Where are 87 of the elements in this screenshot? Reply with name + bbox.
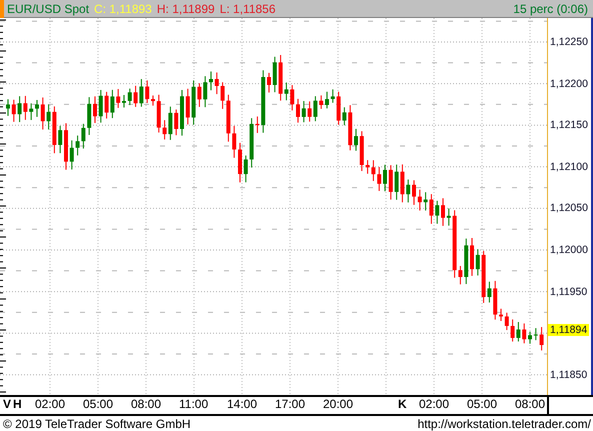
time-label: 02:00 bbox=[419, 397, 450, 411]
candlestick bbox=[360, 130, 364, 172]
candlestick bbox=[325, 91, 329, 109]
candlestick bbox=[388, 164, 393, 200]
candlestick bbox=[87, 96, 92, 136]
candlestick bbox=[64, 122, 68, 170]
candlestick bbox=[209, 71, 213, 91]
price-label: 1,12050 bbox=[550, 202, 588, 214]
candlestick bbox=[116, 88, 120, 108]
symbol-name: EUR/USD Spot bbox=[7, 2, 90, 16]
candlestick bbox=[330, 88, 335, 104]
candlestick bbox=[499, 308, 503, 322]
candlestick bbox=[540, 326, 544, 351]
candlestick bbox=[302, 100, 306, 123]
candlestick bbox=[156, 94, 161, 134]
price-label: 1,12200 bbox=[550, 78, 588, 90]
candlestick bbox=[98, 89, 103, 124]
time-label: 11:00 bbox=[179, 397, 208, 411]
candlestick bbox=[522, 322, 526, 344]
time-label: 20:00 bbox=[323, 397, 354, 411]
candlestick bbox=[6, 98, 10, 116]
candlestick bbox=[504, 312, 509, 331]
high-price: H: 1,11899 bbox=[156, 2, 215, 16]
candlestick bbox=[261, 70, 266, 134]
time-label: 05:00 bbox=[467, 397, 498, 411]
candlestick bbox=[244, 155, 248, 183]
price-label: 1,12150 bbox=[550, 119, 588, 132]
candlestick bbox=[35, 99, 39, 118]
current-price-label: 1,11894 bbox=[548, 324, 590, 336]
candlestick bbox=[418, 189, 422, 212]
candlestick bbox=[412, 180, 416, 206]
candlestick bbox=[272, 56, 277, 93]
candlestick bbox=[406, 179, 410, 203]
candlestick bbox=[296, 98, 300, 124]
price-label: 1,12250 bbox=[550, 36, 588, 48]
candlestick bbox=[470, 237, 474, 276]
header-marker bbox=[0, 0, 4, 18]
candlestick bbox=[476, 248, 480, 276]
price-label: 1,11850 bbox=[550, 368, 588, 381]
time-label: 17:00 bbox=[275, 397, 306, 411]
copyright-text: © 2019 TeleTrader Software GmbH bbox=[3, 416, 191, 430]
day-label: H bbox=[13, 397, 22, 411]
day-label: V bbox=[3, 397, 12, 411]
interval-label: 15 perc (0:06) bbox=[513, 2, 588, 16]
candlestick bbox=[493, 280, 498, 320]
candlestick bbox=[319, 94, 324, 110]
candlestick bbox=[348, 104, 352, 151]
candlestick bbox=[290, 84, 294, 111]
price-label: 1,12000 bbox=[550, 244, 588, 256]
website-url: http://workstation.teletrader.com/ bbox=[418, 416, 591, 430]
candlestick bbox=[70, 140, 74, 170]
time-label: 05:00 bbox=[83, 397, 114, 411]
candlestick bbox=[29, 102, 34, 121]
candlestick bbox=[214, 72, 219, 95]
candlestick bbox=[528, 331, 532, 344]
candlestick bbox=[128, 88, 132, 106]
candlestick bbox=[267, 72, 271, 93]
candlestick bbox=[464, 238, 468, 285]
candlestick bbox=[383, 164, 387, 192]
price-label: 1,11950 bbox=[550, 286, 588, 298]
candlestick bbox=[377, 166, 382, 192]
candlestick bbox=[151, 95, 155, 106]
candlestick bbox=[122, 94, 126, 108]
candlestick bbox=[93, 96, 97, 124]
candlestick bbox=[186, 88, 190, 125]
candlestick bbox=[180, 90, 184, 136]
candlestick bbox=[232, 125, 236, 158]
time-label: 14:00 bbox=[227, 397, 258, 411]
time-label: 08:00 bbox=[515, 397, 546, 411]
candlestick bbox=[534, 328, 538, 341]
candlestick bbox=[435, 200, 440, 224]
day-label: K bbox=[398, 397, 407, 411]
candlestick bbox=[446, 208, 451, 226]
candlestick bbox=[441, 198, 445, 226]
candlestick bbox=[174, 109, 178, 136]
candlestick bbox=[40, 97, 45, 130]
candlestick bbox=[238, 142, 242, 183]
candlestick bbox=[12, 99, 16, 122]
close-price: C: 1,11893 bbox=[94, 2, 152, 16]
candlestick bbox=[354, 128, 358, 152]
candlestick bbox=[58, 125, 62, 154]
price-label: 1,12100 bbox=[550, 160, 588, 173]
time-label: 02:00 bbox=[35, 397, 66, 411]
low-price: L: 1,11856 bbox=[220, 2, 276, 16]
candlestick bbox=[145, 80, 150, 104]
time-label: 08:00 bbox=[131, 397, 162, 411]
candlestick bbox=[203, 76, 208, 108]
